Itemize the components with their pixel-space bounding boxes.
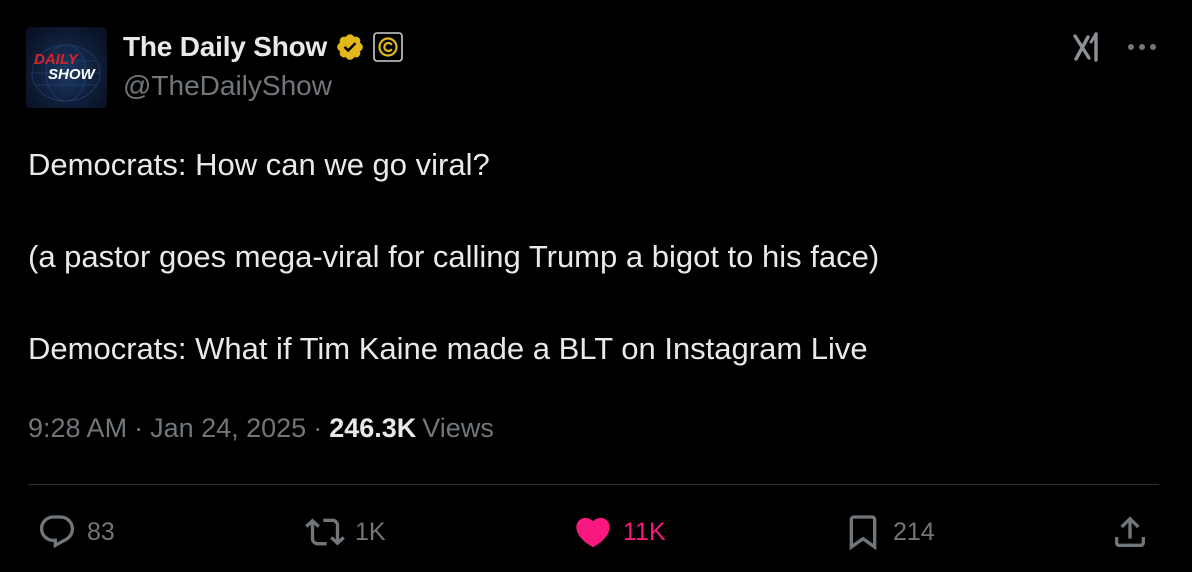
bookmark-button[interactable]: 214 <box>843 509 935 555</box>
share-icon <box>1110 512 1150 552</box>
author-name-row: The Daily Show <box>123 29 403 65</box>
tweet-line-3: Democrats: What if Tim Kaine made a BLT … <box>28 331 868 366</box>
repost-button[interactable]: 1K <box>305 509 386 555</box>
like-count: 11K <box>623 517 666 546</box>
tweet-time[interactable]: 9:28 AM <box>28 413 127 444</box>
reply-icon <box>37 512 77 552</box>
tweet-meta: 9:28 AM · Jan 24, 2025 · 246.3K Views <box>28 413 494 444</box>
verified-badge-icon[interactable] <box>335 32 365 62</box>
grok-icon[interactable] <box>1069 30 1105 66</box>
bookmark-count: 214 <box>893 517 935 546</box>
meta-separator: · <box>134 413 144 443</box>
reply-count: 83 <box>87 517 115 546</box>
repost-icon <box>305 512 345 552</box>
avatar-text-bottom: SHOW <box>48 66 97 83</box>
bookmark-icon <box>843 512 883 552</box>
avatar[interactable]: DAILY SHOW <box>26 27 107 108</box>
meta-separator: · <box>313 413 323 443</box>
tweet-text: Democrats: How can we go viral? (a pasto… <box>28 142 1158 418</box>
daily-show-logo: DAILY SHOW <box>31 44 101 102</box>
tweet-line-2: (a pastor goes mega-viral for calling Tr… <box>28 239 880 274</box>
like-button[interactable]: 11K <box>573 509 666 555</box>
handle[interactable]: @TheDailyShow <box>123 70 332 102</box>
repost-count: 1K <box>355 517 386 546</box>
reply-button[interactable]: 83 <box>37 509 115 555</box>
tweet-line-1: Democrats: How can we go viral? <box>28 147 490 182</box>
divider <box>28 484 1159 485</box>
share-button[interactable] <box>1110 509 1150 555</box>
more-icon[interactable] <box>1125 33 1159 61</box>
views-count[interactable]: 246.3K <box>329 413 416 444</box>
views-label: Views <box>422 413 494 443</box>
comedy-central-affiliate-icon[interactable] <box>373 32 403 62</box>
display-name[interactable]: The Daily Show <box>123 31 327 63</box>
tweet-date[interactable]: Jan 24, 2025 <box>150 413 306 444</box>
heart-icon <box>573 512 613 552</box>
